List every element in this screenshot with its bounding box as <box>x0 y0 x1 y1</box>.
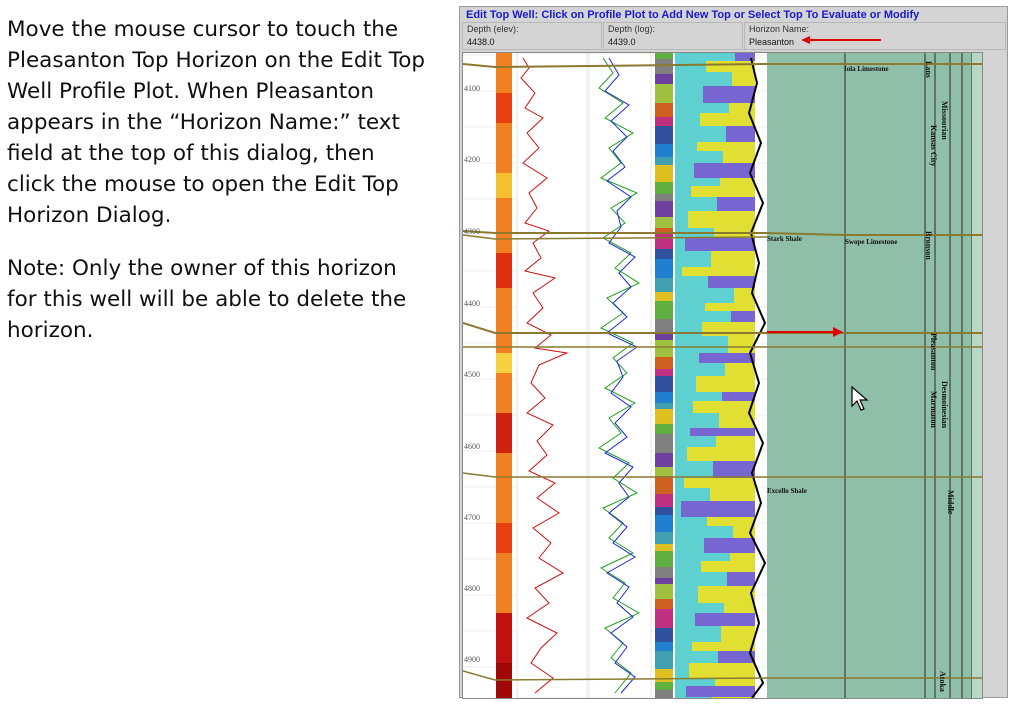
porosity-log-track <box>588 53 652 698</box>
depth-log-label: Depth (log): <box>608 24 656 34</box>
well-profile-plot[interactable]: 4100 4200 4300 4400 4500 4600 4700 4800 … <box>462 52 983 699</box>
depth-elev-label: Depth (elev): <box>467 24 519 34</box>
depth-log-value: 4439.0 <box>608 37 636 47</box>
horizon-name-value: Pleasanton <box>749 37 795 47</box>
depth-elev-value: 4438.0 <box>467 37 495 47</box>
depth-label: 4700 <box>464 513 480 522</box>
depth-log-field[interactable]: Depth (log): 4439.0 <box>603 22 743 50</box>
depth-label: 4600 <box>464 442 480 451</box>
strat-desmoinesian: Desmoinesian <box>940 381 949 429</box>
formation-color-track <box>496 53 512 698</box>
depth-label: 4900 <box>464 655 480 664</box>
depth-label: 4200 <box>464 155 480 164</box>
top-label-stark[interactable]: Stark Shale <box>767 235 802 243</box>
strat-pleasanton: Pleasanton <box>929 333 938 371</box>
depth-label: 4800 <box>464 584 480 593</box>
window-title: Edit Top Well: Click on Profile Plot to … <box>466 9 920 21</box>
mouse-cursor-icon <box>851 386 869 411</box>
strat-middle: Middle <box>946 490 955 515</box>
lithology-color-track <box>655 53 673 698</box>
top-label-excello[interactable]: Excello Shale <box>767 487 807 495</box>
edit-top-well-window: Edit Top Well: Click on Profile Plot to … <box>459 6 1008 699</box>
horizon-name-label: Horizon Name: <box>749 24 810 34</box>
strat-bronson: Bronson <box>924 231 933 260</box>
gamma-log-track <box>516 53 588 698</box>
strat-missourian: Missourian <box>940 101 949 140</box>
depth-label: 4100 <box>464 84 480 93</box>
strat-marmaton: Marmaton <box>929 391 938 428</box>
horizon-name-field[interactable]: Horizon Name: Pleasanton <box>744 22 1006 50</box>
strat-lans: Lans <box>924 61 933 78</box>
depth-elev-field[interactable]: Depth (elev): 4438.0 <box>462 22 602 50</box>
depth-label: 4500 <box>464 370 480 379</box>
strat-kansas-city: Kansas City <box>929 125 938 167</box>
profile-plot-canvas[interactable] <box>463 53 982 698</box>
horizon-name-pointer-arrow <box>801 36 881 44</box>
depth-label: 4400 <box>464 299 480 308</box>
top-label-swope[interactable]: Swope Limestone <box>845 238 897 246</box>
top-label-iola[interactable]: Iola Limestone <box>844 65 889 73</box>
instructions-text: Move the mouse cursor to touch the Pleas… <box>7 14 427 368</box>
depth-label: 4300 <box>464 227 480 236</box>
note-paragraph: Note: Only the owner of this horizon for… <box>7 256 407 343</box>
strat-atoka: Atoka <box>938 671 947 692</box>
instruction-paragraph: Move the mouse cursor to touch the Pleas… <box>7 17 426 228</box>
